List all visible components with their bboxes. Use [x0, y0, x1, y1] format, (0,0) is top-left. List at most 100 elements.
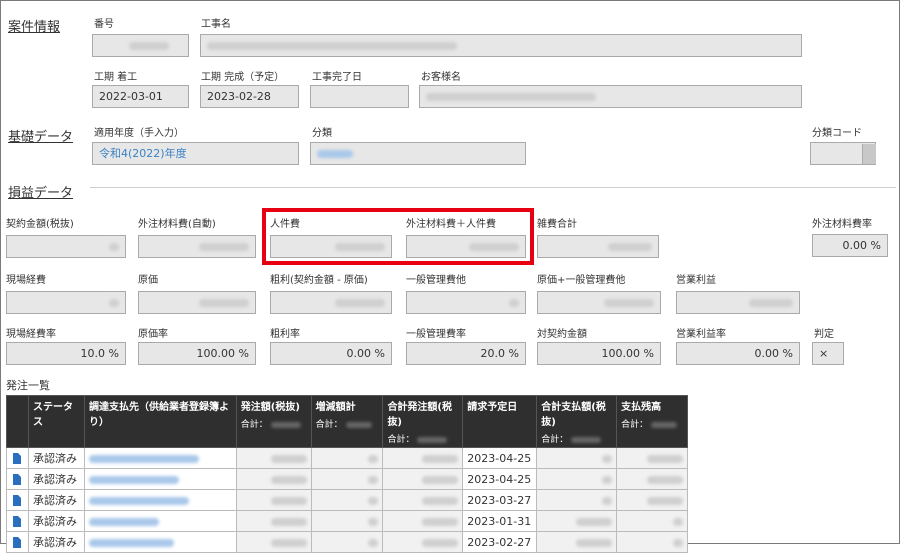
misc-total-field[interactable] [537, 235, 659, 258]
row-adjust-total [310, 447, 384, 469]
row-adjust-total [310, 510, 384, 532]
outsource-rate-field[interactable]: 0.00 % [812, 234, 888, 257]
row-doc-cell[interactable] [6, 447, 29, 469]
document-icon[interactable] [13, 453, 22, 464]
site-cost-rate-field[interactable]: 10.0 % [6, 342, 126, 365]
row-total-paid [536, 447, 618, 469]
number-label: 番号 [94, 19, 114, 30]
row-adjust-total [310, 489, 384, 511]
gross-rate-field[interactable]: 0.00 % [270, 342, 392, 365]
category-code-scrollbar[interactable] [862, 144, 876, 164]
row-total-paid [536, 468, 618, 490]
vs-contract-label: 対契約金額 [537, 329, 587, 340]
row-billing-date: 2023-04-25 [462, 468, 538, 490]
general-mgmt-rate-field[interactable]: 20.0 % [406, 342, 526, 365]
gross-profit-label: 粗利(契約金額 - 原価) [270, 275, 368, 286]
table-row[interactable]: 承認済み 2023-04-25 [6, 468, 688, 490]
general-mgmt-field[interactable] [406, 291, 526, 314]
row-supplier[interactable] [83, 489, 237, 511]
row-adjust-total [310, 531, 384, 553]
row-supplier[interactable] [83, 447, 237, 469]
site-cost-field[interactable] [6, 291, 126, 314]
fiscal-year-label: 適用年度（手入力） [94, 128, 184, 139]
row-total-order [382, 447, 464, 469]
row-balance [616, 468, 688, 490]
row-doc-cell[interactable] [6, 468, 29, 490]
work-done-date-label: 工事完了日 [312, 72, 362, 83]
order-list-title: 発注一覧 [6, 379, 50, 392]
gross-rate-label: 粗利率 [270, 329, 300, 340]
row-status: 承認済み [27, 531, 85, 553]
number-field[interactable] [92, 34, 189, 57]
section-case-info: 案件情報 [8, 20, 61, 35]
row-billing-date: 2023-02-27 [462, 531, 538, 553]
cost-rate-field[interactable]: 100.00 % [138, 342, 256, 365]
col-status: ステータス [27, 395, 85, 448]
operating-rate-label: 営業利益率 [676, 329, 726, 340]
col-order-amount: 発注額(税抜) 合計： [235, 395, 312, 448]
row-status: 承認済み [27, 510, 85, 532]
col-balance: 支払残高 合計： [616, 395, 688, 448]
cost-plus-mgmt-field[interactable] [537, 291, 661, 314]
col-supplier: 調達支払先（供給業者登録簿より） [83, 395, 237, 448]
section-basic-data: 基礎データ [8, 130, 74, 145]
row-order-amount [235, 489, 312, 511]
outsource-rate-label: 外注材料費率 [812, 219, 872, 230]
row-doc-cell[interactable] [6, 531, 29, 553]
period-start-label: 工期 着工 [94, 72, 138, 83]
row-supplier[interactable] [83, 510, 237, 532]
contract-amount-field[interactable] [6, 235, 126, 258]
category-field[interactable] [310, 142, 526, 165]
table-row[interactable]: 承認済み 2023-01-31 [6, 510, 688, 532]
vs-contract-field[interactable]: 100.00 % [537, 342, 661, 365]
cost-field[interactable] [138, 291, 256, 314]
category-label: 分類 [312, 128, 332, 139]
row-supplier[interactable] [83, 468, 237, 490]
outsource-auto-label: 外注材料費(自動) [138, 219, 216, 230]
table-row[interactable]: 承認済み 2023-04-25 [6, 447, 688, 469]
order-table: ステータス 調達支払先（供給業者登録簿より） 発注額(税抜) 合計： 増減額計 合計… [6, 395, 688, 553]
period-start-field[interactable]: 2022-03-01 [92, 85, 189, 108]
work-name-label: 工事名 [201, 19, 231, 30]
general-mgmt-rate-label: 一般管理費率 [406, 329, 466, 340]
outsource-auto-field[interactable] [138, 235, 256, 258]
row-doc-cell[interactable] [6, 510, 29, 532]
site-cost-label: 現場経費 [6, 275, 46, 286]
misc-total-label: 雑費合計 [537, 219, 577, 230]
row-balance [616, 447, 688, 469]
row-balance [616, 531, 688, 553]
document-icon[interactable] [13, 537, 22, 548]
document-icon[interactable] [13, 516, 22, 527]
row-total-order [382, 468, 464, 490]
row-balance [616, 489, 688, 511]
operating-rate-field[interactable]: 0.00 % [676, 342, 800, 365]
period-end-field[interactable]: 2023-02-28 [200, 85, 299, 108]
work-done-date-field[interactable] [310, 85, 409, 108]
work-name-field[interactable] [200, 34, 802, 57]
row-total-paid [536, 531, 618, 553]
gross-profit-field[interactable] [270, 291, 392, 314]
general-mgmt-label: 一般管理費他 [406, 275, 466, 286]
row-order-amount [235, 531, 312, 553]
row-balance [616, 510, 688, 532]
table-row[interactable]: 承認済み 2023-03-27 [6, 489, 688, 511]
row-billing-date: 2023-04-25 [462, 447, 538, 469]
document-icon[interactable] [13, 474, 22, 485]
cost-plus-mgmt-label: 原価+一般管理費他 [537, 275, 626, 286]
row-supplier[interactable] [83, 531, 237, 553]
table-row[interactable]: 承認済み 2023-02-27 [6, 531, 688, 553]
col-total-paid: 合計支払額(税抜) 合計： [536, 395, 618, 448]
fiscal-year-field[interactable]: 令和4(2022)年度 [92, 142, 299, 165]
col-billing-date: 請求予定日 [462, 395, 538, 448]
row-total-paid [536, 489, 618, 511]
row-order-amount [235, 510, 312, 532]
row-total-order [382, 489, 464, 511]
cost-rate-label: 原価率 [138, 329, 168, 340]
row-doc-cell[interactable] [6, 489, 29, 511]
row-status: 承認済み [27, 489, 85, 511]
row-status: 承認済み [27, 468, 85, 490]
category-code-label: 分類コード [812, 128, 862, 139]
customer-field[interactable] [419, 85, 802, 108]
operating-profit-field[interactable] [676, 291, 800, 314]
document-icon[interactable] [13, 495, 22, 506]
